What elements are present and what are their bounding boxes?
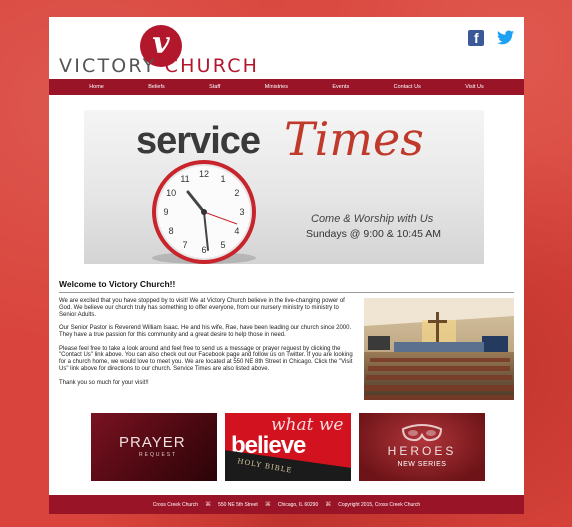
clock-numeral: 9 [163,207,168,217]
prayer-request-tile[interactable]: PRAYER REQUEST [91,413,217,481]
welcome-heading: Welcome to Victory Church!! [59,279,176,289]
heroes-subtitle: NEW SERIES [397,461,447,468]
nav-ministries[interactable]: Ministries [265,84,288,90]
service-times-banner: service Times 12 1 2 3 4 5 6 7 8 9 10 11 Come & Wor… [84,110,484,264]
welcome-paragraph: We are excited that you have stopped by … [59,298,345,318]
clock-numeral: 2 [234,188,239,198]
footer-church-name: Cross Creek Church [152,501,199,508]
heroes-title: HEROES [387,444,457,458]
twitter-icon[interactable] [497,30,514,46]
separator-icon: ⌘ [325,502,332,508]
welcome-paragraph: Our Senior Pastor is Reverend William Is… [59,325,352,339]
banner-times-text: Sundays @ 9:00 & 10:45 AM [306,228,441,240]
prayer-title: PRAYER [119,434,186,451]
heroes-series-tile[interactable]: HEROES NEW SERIES [359,413,485,481]
clock-numeral: 11 [180,174,189,184]
main-nav: Home Beliefs Staff Ministries Events Con… [49,79,524,95]
banner-tagline: Come & Worship with Us [311,213,434,225]
facebook-letter: f [474,30,479,46]
footer: Cross Creek Church ⌘ 550 NE 5th Street ⌘… [49,495,524,514]
clock-numeral: 8 [169,226,174,236]
twitter-bird-icon [497,30,514,45]
nav-events[interactable]: Events [332,84,349,90]
clock-icon: 121234567891011 [152,160,256,264]
prayer-subtitle: REQUEST [139,452,178,458]
welcome-paragraph: Thank you so much for your visit!! [59,379,149,386]
banner-word-service: service [136,120,261,162]
page-container: v VICTORY CHURCH f Home Beliefs Staff Mi… [49,17,524,514]
facebook-icon[interactable]: f [468,30,484,46]
hero-mask-icon [401,424,443,442]
clock-numeral: 3 [239,207,244,217]
separator-icon: ⌘ [205,502,212,508]
divider [59,292,514,293]
clock-numeral: 4 [234,226,239,236]
logo-word-victory: VICTORY [59,55,157,77]
welcome-text: We are excited that you have stopped by … [59,298,355,393]
banner-word-times: Times [284,112,424,166]
nav-contact-us[interactable]: Contact Us [394,84,421,90]
logo-word-church: CHURCH [164,55,260,77]
footer-city: Chicago, IL 60290 [277,501,319,508]
clock-numeral: 7 [182,240,187,250]
nav-beliefs[interactable]: Beliefs [148,84,165,90]
what-we-believe-tile[interactable]: what we believe HOLY BIBLE [225,413,351,481]
clock-numeral: 5 [220,240,225,250]
nav-visit-us[interactable]: Visit Us [465,84,484,90]
nav-staff[interactable]: Staff [209,84,220,90]
welcome-paragraph: Please feel free to take a look around a… [59,345,353,373]
logo-text[interactable]: VICTORY CHURCH [59,55,259,77]
clock-numeral: 1 [220,174,225,184]
footer-copyright: Copyright 2015, Cross Creek Church [338,501,421,508]
clock-numeral: 12 [199,169,209,179]
separator-icon: ⌘ [264,502,271,508]
clock-numeral: 6 [201,245,206,255]
sanctuary-photo [364,298,514,400]
footer-address: 550 NE 5th Street [218,501,258,508]
nav-home[interactable]: Home [89,84,104,90]
clock-numeral: 10 [166,188,176,198]
